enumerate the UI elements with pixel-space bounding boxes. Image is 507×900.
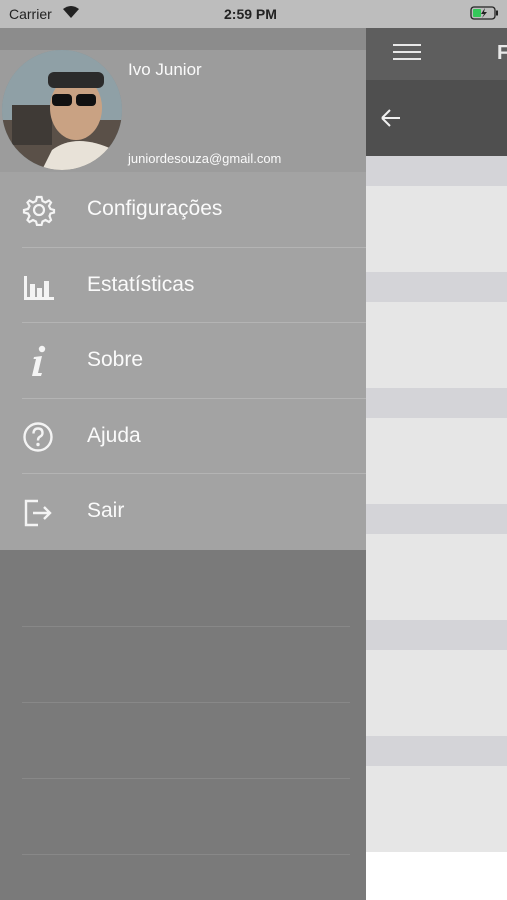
section-separator	[366, 388, 507, 418]
content-list	[366, 156, 507, 852]
drawer-top-strip	[0, 28, 366, 50]
list-item[interactable]	[366, 302, 507, 388]
user-email: juniordesouza@gmail.com	[128, 151, 282, 166]
avatar-photo	[2, 50, 122, 170]
nav-bar: F	[366, 28, 507, 80]
menu-item-label: Sobre	[87, 348, 144, 372]
menu-item-estatisticas[interactable]: Estatísticas	[0, 248, 366, 324]
drawer-menu: Configurações Estatísticas Sobre Ajuda S…	[0, 172, 366, 550]
carrier-label: Carrier	[9, 6, 52, 22]
battery-icon	[470, 6, 498, 20]
section-separator	[366, 736, 507, 766]
list-item[interactable]	[366, 534, 507, 620]
menu-item-configuracoes[interactable]: Configurações	[0, 172, 366, 248]
user-name: Ivo Junior	[128, 60, 202, 79]
bar-chart-icon	[24, 275, 54, 300]
main-content: F	[366, 0, 507, 900]
status-bar: Carrier 2:59 PM	[0, 0, 507, 28]
menu-item-label: Sair	[87, 499, 125, 523]
list-item[interactable]	[366, 650, 507, 736]
menu-item-sobre[interactable]: Sobre	[0, 323, 366, 399]
sub-header-bar	[366, 80, 507, 156]
section-separator	[366, 620, 507, 650]
side-drawer: Ivo Junior juniordesouza@gmail.com Confi…	[0, 0, 366, 900]
menu-item-label: Ajuda	[87, 423, 141, 447]
profile-header: Ivo Junior juniordesouza@gmail.com	[0, 50, 366, 172]
arrow-left-icon[interactable]	[380, 108, 402, 128]
hamburger-menu-icon[interactable]	[393, 44, 421, 64]
divider	[22, 778, 350, 779]
list-item[interactable]	[366, 766, 507, 852]
divider	[22, 626, 350, 627]
logout-icon	[24, 500, 52, 527]
wifi-icon	[63, 6, 79, 18]
menu-item-label: Estatísticas	[87, 272, 195, 296]
clock: 2:59 PM	[224, 6, 277, 22]
section-separator	[366, 156, 507, 186]
menu-item-ajuda[interactable]: Ajuda	[0, 399, 366, 475]
divider	[22, 702, 350, 703]
menu-item-sair[interactable]: Sair	[0, 474, 366, 550]
section-separator	[366, 504, 507, 534]
divider	[22, 854, 350, 855]
list-item[interactable]	[366, 418, 507, 504]
avatar[interactable]	[2, 50, 122, 170]
drawer-empty-area	[0, 550, 366, 900]
section-separator	[366, 272, 507, 302]
nav-title: F	[497, 42, 507, 64]
menu-item-label: Configurações	[87, 197, 223, 220]
info-icon	[32, 345, 46, 377]
help-icon	[23, 422, 53, 452]
gear-icon	[22, 195, 56, 226]
list-item[interactable]	[366, 186, 507, 272]
